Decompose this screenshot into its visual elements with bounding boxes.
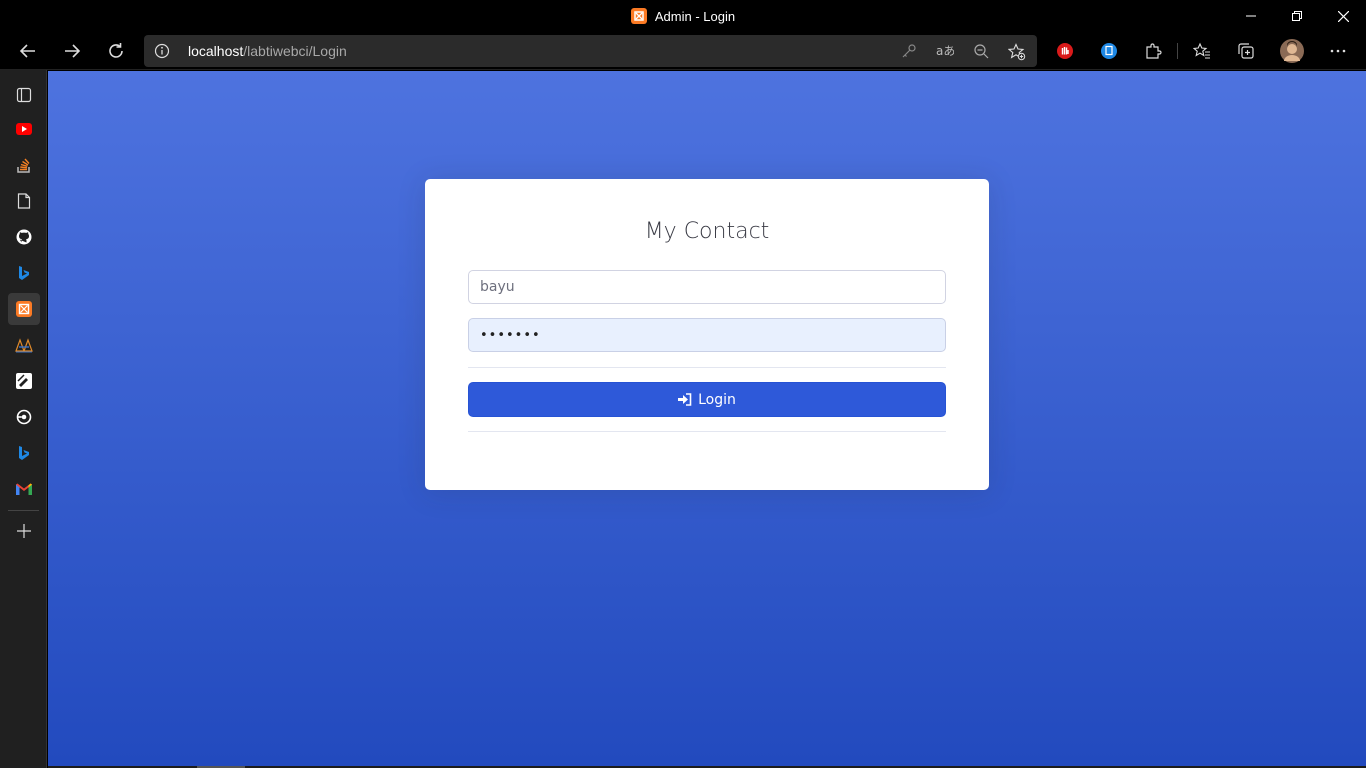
- url-path: /labtiwebci/Login: [243, 43, 347, 59]
- puzzle-icon: [1146, 43, 1162, 59]
- profile-button[interactable]: [1276, 35, 1308, 67]
- url-text[interactable]: localhost/labtiwebci/Login: [188, 43, 347, 59]
- login-card: My Contact bayu ••••••• Login: [425, 179, 989, 490]
- browser-sidebar: [0, 70, 47, 768]
- login-button[interactable]: Login: [468, 382, 946, 417]
- browser-toolbar: localhost/labtiwebci/Login aあ: [0, 32, 1366, 70]
- extension-doc-button[interactable]: [1093, 35, 1125, 67]
- stackoverflow-icon: [17, 158, 30, 173]
- sign-in-icon: [678, 393, 692, 406]
- collections-icon: [1238, 43, 1254, 59]
- page-content: My Contact bayu ••••••• Login: [48, 71, 1366, 766]
- sidebar-item-xampp[interactable]: [8, 293, 40, 325]
- document-extension-icon: [1101, 43, 1117, 59]
- gmail-icon: [16, 483, 32, 495]
- sidebar-item-document[interactable]: [8, 185, 40, 217]
- xampp-app-icon: [630, 8, 647, 24]
- avatar: [1280, 39, 1304, 63]
- bing-icon: [19, 266, 29, 280]
- info-icon[interactable]: [154, 43, 170, 64]
- login-button-label: Login: [698, 391, 736, 408]
- youtube-icon: [16, 123, 32, 135]
- edit-app-icon: [16, 373, 32, 389]
- divider-bottom: [468, 431, 946, 432]
- xampp-icon: [16, 301, 32, 317]
- bing-icon-2: [19, 446, 29, 460]
- collections-button[interactable]: [1230, 35, 1262, 67]
- tab-actions-icon: [16, 87, 32, 103]
- password-input[interactable]: •••••••: [468, 318, 946, 352]
- window-titlebar: Admin - Login: [0, 0, 1366, 32]
- arrow-right-icon: [65, 44, 81, 58]
- sidebar-item-circle-app[interactable]: [8, 401, 40, 433]
- sidebar-item-edit-app[interactable]: [8, 365, 40, 397]
- sidebar-add-button[interactable]: [8, 515, 40, 547]
- circle-app-icon: [16, 409, 32, 425]
- sidebar-divider: [8, 510, 39, 511]
- sidebar-item-bing[interactable]: [8, 257, 40, 289]
- forward-button[interactable]: [56, 35, 88, 67]
- username-value: bayu: [480, 279, 515, 295]
- arrow-left-icon: [19, 44, 35, 58]
- plus-icon: [17, 524, 31, 538]
- extension-stop-button[interactable]: [1049, 35, 1081, 67]
- divider: [468, 367, 946, 368]
- settings-more-button[interactable]: [1322, 35, 1354, 67]
- login-title: My Contact: [644, 219, 770, 244]
- app-icon: [15, 338, 33, 353]
- translate-icon[interactable]: aあ: [936, 43, 955, 59]
- minimize-button[interactable]: [1228, 0, 1274, 32]
- sidebar-item-github[interactable]: [8, 221, 40, 253]
- sidebar-item-tab-actions[interactable]: [8, 79, 40, 111]
- favorites-icon: [1193, 42, 1210, 59]
- refresh-button[interactable]: [100, 35, 132, 67]
- extensions-button[interactable]: [1137, 35, 1169, 67]
- svg-text:aあ: aあ: [936, 44, 954, 58]
- sidebar-item-stackoverflow[interactable]: [8, 149, 40, 181]
- sidebar-item-gmail[interactable]: [8, 473, 40, 505]
- zoom-out-icon[interactable]: [973, 43, 989, 59]
- sidebar-item-bing-2[interactable]: [8, 437, 40, 469]
- stop-hand-icon: [1057, 43, 1073, 59]
- refresh-icon: [109, 43, 123, 58]
- back-button[interactable]: [12, 35, 44, 67]
- document-icon: [17, 193, 31, 209]
- close-button[interactable]: [1320, 0, 1366, 32]
- address-bar[interactable]: localhost/labtiwebci/Login aあ: [144, 35, 1037, 67]
- add-favorite-icon[interactable]: [1007, 43, 1026, 61]
- key-icon[interactable]: [901, 43, 917, 59]
- sidebar-item-app[interactable]: [8, 329, 40, 361]
- favorites-button[interactable]: [1186, 35, 1218, 67]
- more-icon: [1330, 49, 1346, 53]
- github-icon: [16, 229, 32, 245]
- username-input[interactable]: bayu: [468, 270, 946, 304]
- password-value: •••••••: [480, 327, 541, 343]
- url-host: localhost: [188, 43, 244, 59]
- sidebar-item-youtube[interactable]: [8, 113, 40, 145]
- restore-button[interactable]: [1274, 0, 1320, 32]
- window-title: Admin - Login: [654, 8, 736, 24]
